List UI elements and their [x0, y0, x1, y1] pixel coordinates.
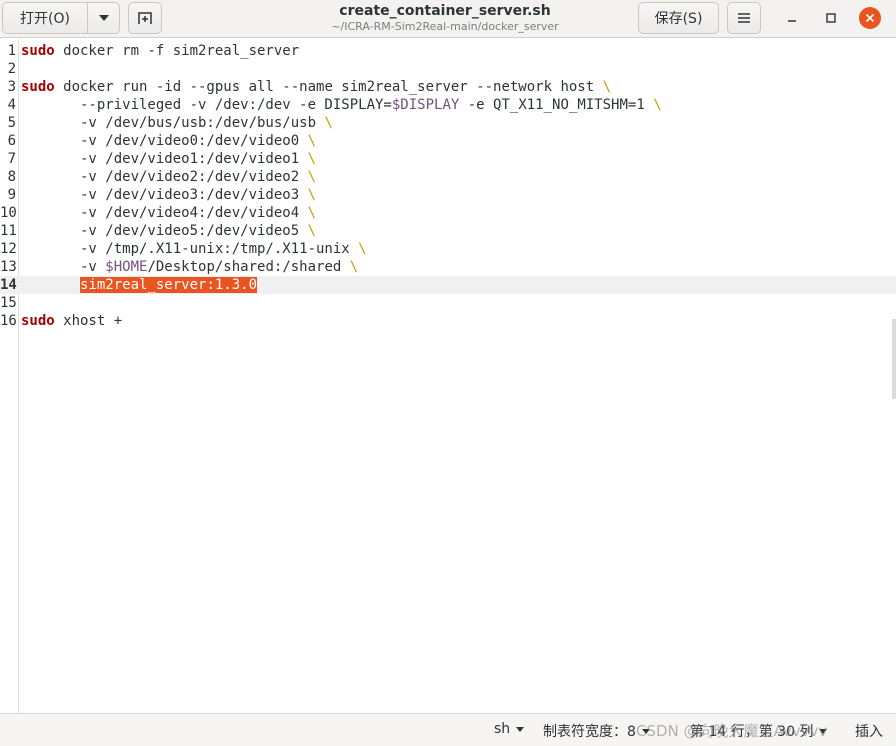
- document-title: create_container_server.sh: [339, 3, 551, 19]
- code-line-text[interactable]: sudo xhost +: [21, 312, 122, 330]
- code-line[interactable]: 2: [0, 60, 896, 78]
- scrollbar-indicator[interactable]: [892, 319, 896, 399]
- code-line-text[interactable]: -v /dev/bus/usb:/dev/bus/usb \: [21, 114, 333, 132]
- code-line-text[interactable]: -v /dev/video2:/dev/video2 \: [21, 168, 316, 186]
- code-line[interactable]: 11 -v /dev/video5:/dev/video5 \: [0, 222, 896, 240]
- line-number: 9: [7, 187, 16, 203]
- line-number: 14: [0, 277, 17, 293]
- code-line-text[interactable]: --privileged -v /dev:/dev -e DISPLAY=$DI…: [21, 96, 662, 114]
- document-path: ~/ICRA-RM-Sim2Real-main/docker_server: [331, 20, 559, 33]
- tab-width-selector[interactable]: 制表符宽度：8: [543, 721, 650, 741]
- save-button[interactable]: 保存(S): [638, 2, 719, 34]
- maximize-icon: [826, 13, 836, 23]
- code-line-text[interactable]: sudo docker run -id --gpus all --name si…: [21, 78, 611, 96]
- line-number: 10: [0, 205, 17, 221]
- open-button[interactable]: 打开(O): [2, 2, 87, 34]
- line-number: 7: [7, 151, 16, 167]
- tab-width-label: 制表符宽度：8: [543, 724, 636, 740]
- open-recent-dropdown-button[interactable]: [87, 2, 120, 34]
- open-button-group: 打开(O): [2, 2, 120, 34]
- chevron-down-icon: [516, 726, 525, 732]
- code-line[interactable]: 8 -v /dev/video2:/dev/video2 \: [0, 168, 896, 186]
- line-number: 15: [0, 295, 17, 311]
- code-line-text[interactable]: sudo docker rm -f sim2real_server: [21, 42, 299, 60]
- code-line[interactable]: 10 -v /dev/video4:/dev/video4 \: [0, 204, 896, 222]
- code-line[interactable]: 9 -v /dev/video3:/dev/video3 \: [0, 186, 896, 204]
- new-tab-button[interactable]: [128, 2, 162, 34]
- code-line[interactable]: 3 sudo docker run -id --gpus all --name s…: [0, 78, 896, 96]
- code-line-text[interactable]: -v /dev/video3:/dev/video3 \: [21, 186, 316, 204]
- close-button[interactable]: [859, 7, 881, 29]
- line-number: 6: [7, 133, 16, 149]
- minimize-icon: [788, 20, 796, 22]
- code-line[interactable]: 7 -v /dev/video1:/dev/video1 \: [0, 150, 896, 168]
- hamburger-menu-icon: [738, 13, 750, 23]
- line-number: 12: [0, 241, 17, 257]
- line-number: 1: [7, 43, 16, 59]
- text-editor[interactable]: 1 sudo docker rm -f sim2real_server 2 3 sudo…: [0, 39, 896, 713]
- language-selector[interactable]: sh: [494, 721, 525, 737]
- maximize-button[interactable]: [821, 8, 841, 28]
- menu-button[interactable]: [727, 2, 761, 34]
- code-line-text[interactable]: -v /dev/video4:/dev/video4 \: [21, 204, 316, 222]
- code-line[interactable]: 4 --privileged -v /dev:/dev -e DISPLAY=$…: [0, 96, 896, 114]
- code-line[interactable]: 14 sim2real_server:1.3.0: [0, 276, 896, 294]
- line-number: 2: [7, 61, 16, 77]
- code-line[interactable]: 12 -v /tmp/.X11-unix:/tmp/.X11-unix \: [0, 240, 896, 258]
- line-number: 4: [7, 97, 16, 113]
- code-line-text[interactable]: -v /dev/video1:/dev/video1 \: [21, 150, 316, 168]
- line-number: 5: [7, 115, 16, 131]
- code-line[interactable]: 16 sudo xhost +: [0, 312, 896, 330]
- header-bar: 打开(O) create_container_server.sh ~/ICRA-…: [0, 0, 896, 38]
- status-bar: sh 制表符宽度：8 第 14 行，第 30 列 插入 CSDN @向晚大魔王A…: [0, 713, 896, 746]
- close-icon: [865, 13, 875, 23]
- code-line-text[interactable]: -v /dev/video5:/dev/video5 \: [21, 222, 316, 240]
- chevron-down-icon: [98, 15, 109, 21]
- watermark-text: CSDN @向晚大魔王Avvvvv: [636, 722, 828, 740]
- insert-mode-indicator[interactable]: 插入: [855, 721, 883, 741]
- title-area: create_container_server.sh ~/ICRA-RM-Sim…: [250, 3, 640, 34]
- code-line-text[interactable]: -v $HOME/Desktop/shared:/shared \: [21, 258, 358, 276]
- selected-text[interactable]: sim2real_server:1.3.0: [80, 277, 258, 293]
- code-line[interactable]: 15: [0, 294, 896, 312]
- code-line[interactable]: 1 sudo docker rm -f sim2real_server: [0, 42, 896, 60]
- new-tab-icon: [138, 12, 152, 24]
- minimize-button[interactable]: [782, 8, 802, 28]
- code-line[interactable]: 5 -v /dev/bus/usb:/dev/bus/usb \: [0, 114, 896, 132]
- line-number: 16: [0, 313, 17, 329]
- insert-mode-label: 插入: [855, 724, 883, 740]
- code-line[interactable]: 6 -v /dev/video0:/dev/video0 \: [0, 132, 896, 150]
- code-line-text[interactable]: sim2real_server:1.3.0: [21, 276, 258, 294]
- line-number: 8: [7, 169, 16, 185]
- line-number: 13: [0, 259, 17, 275]
- code-line-text[interactable]: -v /dev/video0:/dev/video0 \: [21, 132, 316, 150]
- line-number: 11: [0, 223, 17, 239]
- code-line-text[interactable]: -v /tmp/.X11-unix:/tmp/.X11-unix \: [21, 240, 367, 258]
- line-number: 3: [7, 79, 16, 95]
- language-label: sh: [494, 721, 511, 737]
- code-line[interactable]: 13 -v $HOME/Desktop/shared:/shared \: [0, 258, 896, 276]
